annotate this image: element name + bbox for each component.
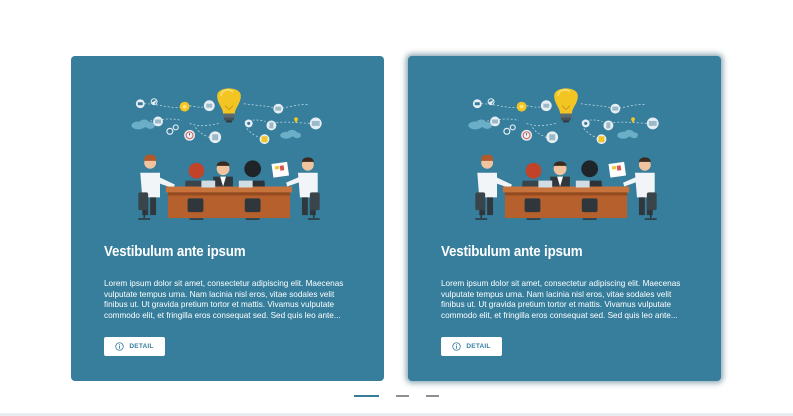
card-description: Lorem ipsum dolor sit amet, consectetur … (441, 279, 681, 320)
pagination-dots (0, 395, 793, 399)
detail-button-label: DETAIL (466, 343, 491, 350)
feature-card: Vestibulum ante ipsum Lorem ipsum dolor … (71, 56, 384, 381)
business-meeting-illustration (130, 87, 323, 220)
info-icon (452, 342, 462, 351)
card-title: Vestibulum ante ipsum (441, 244, 583, 260)
pagination-dot-2[interactable] (396, 395, 409, 397)
business-meeting-illustration (467, 87, 660, 220)
pagination-dot-1[interactable] (354, 395, 379, 397)
feature-card-active: Vestibulum ante ipsum Lorem ipsum dolor … (408, 56, 721, 381)
card-slider: Vestibulum ante ipsum Lorem ipsum dolor … (0, 0, 793, 416)
card-description: Lorem ipsum dolor sit amet, consectetur … (104, 279, 344, 320)
info-icon (115, 342, 125, 351)
detail-button-label: DETAIL (129, 343, 154, 350)
detail-button[interactable]: DETAIL (441, 337, 502, 356)
detail-button[interactable]: DETAIL (104, 337, 165, 356)
pagination-dot-3[interactable] (426, 395, 439, 397)
card-title: Vestibulum ante ipsum (104, 244, 246, 260)
